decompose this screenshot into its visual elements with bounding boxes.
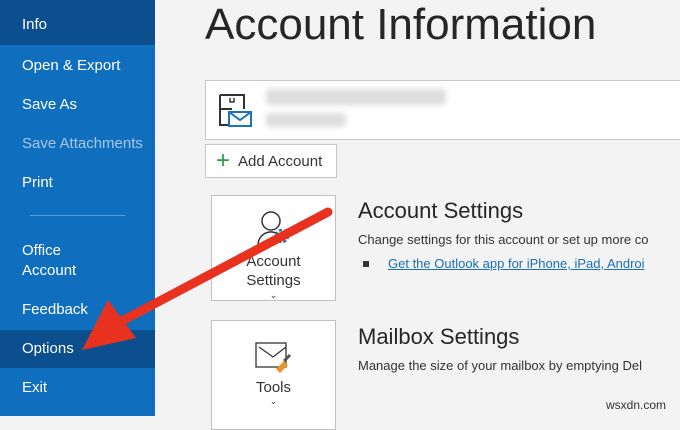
add-account-label: Add Account	[238, 152, 323, 170]
watermark: wsxdn.com	[606, 398, 667, 412]
mailbox-settings-description: Manage the size of your mailbox by empty…	[358, 358, 642, 373]
nav-info[interactable]: Info	[0, 0, 155, 45]
nav-save-attachments: Save Attachments	[22, 135, 143, 152]
account-settings-tile-label: Account Settings	[246, 253, 301, 289]
nav-feedback[interactable]: Feedback	[0, 300, 155, 320]
nav-save-as[interactable]: Save As	[0, 95, 155, 115]
nav-print[interactable]: Print	[0, 173, 155, 193]
nav-options[interactable]: Options	[0, 330, 155, 368]
page-title: Account Information	[205, 0, 597, 49]
mailbox-settings-heading: Mailbox Settings	[358, 324, 520, 349]
account-mailbox-icon	[219, 94, 252, 127]
nav-office-account[interactable]: Office Account	[0, 241, 110, 281]
account-gear-icon	[256, 211, 289, 245]
chevron-down-icon: ⌄	[269, 396, 278, 406]
blurred-email	[266, 89, 446, 105]
account-settings-heading: Account Settings	[358, 198, 524, 223]
backstage-sidebar: Info Open & Export Save As Save Attachme…	[0, 0, 155, 416]
plus-icon: +	[216, 147, 231, 174]
tools-tile-label: Tools	[255, 379, 292, 396]
outlook-app-link[interactable]: Get the Outlook app for iPhone, iPad, An…	[388, 256, 645, 271]
add-account-button[interactable]: + Add Account	[205, 144, 337, 178]
account-selector[interactable]	[205, 80, 680, 140]
blurred-account-type	[266, 113, 346, 127]
mailbox-cleanup-icon	[254, 342, 291, 373]
sidebar-divider	[30, 215, 125, 216]
nav-open-export[interactable]: Open & Export	[0, 56, 155, 76]
chevron-down-icon: ⌄	[269, 290, 278, 300]
account-settings-tile[interactable]: Account Settings ⌄	[211, 195, 336, 301]
nav-exit[interactable]: Exit	[0, 378, 155, 398]
account-settings-description: Change settings for this account or set …	[358, 232, 649, 247]
bullet	[363, 261, 369, 267]
tools-tile[interactable]: Tools ⌄	[211, 320, 336, 430]
